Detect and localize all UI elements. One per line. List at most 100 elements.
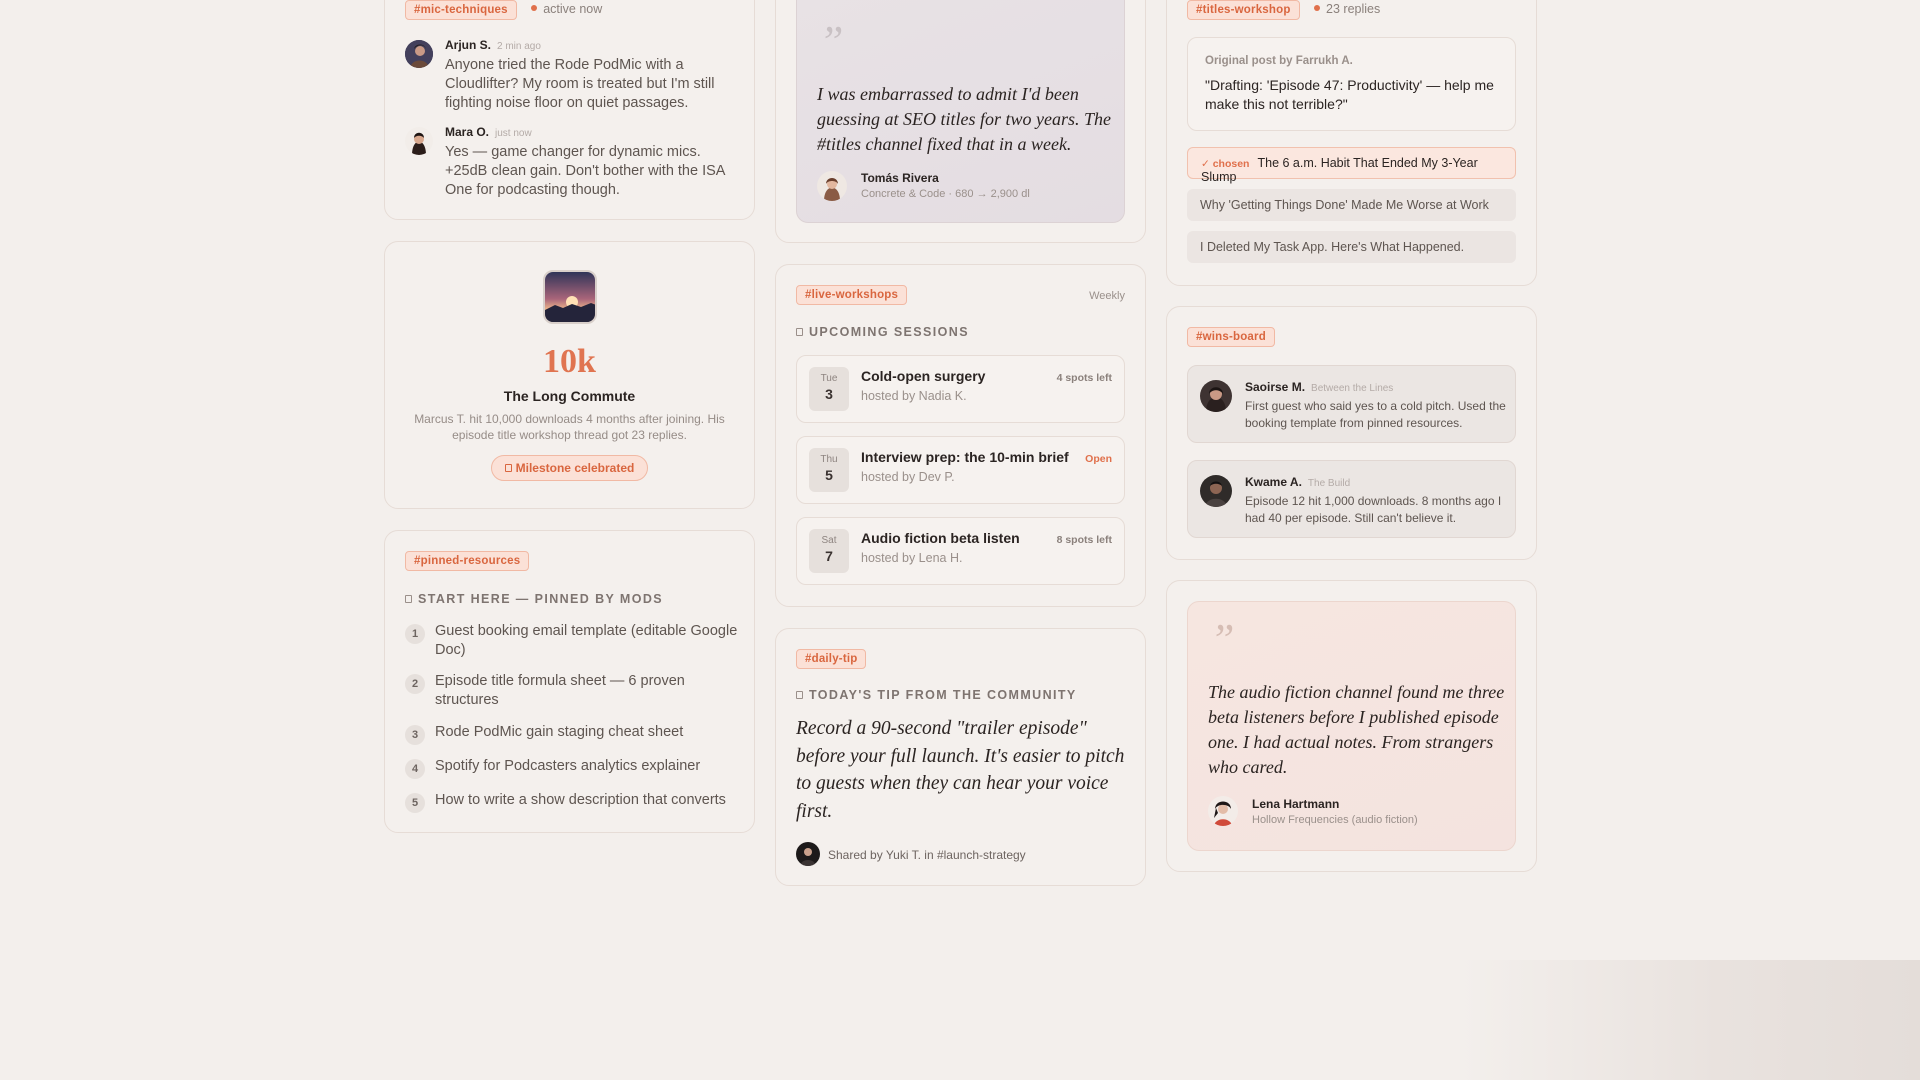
title-option[interactable]: I Deleted My Task App. Here's What Happe… (1187, 231, 1516, 263)
avatar[interactable] (1208, 796, 1238, 826)
resource-item[interactable]: 1 Guest booking email template (editable … (405, 622, 737, 658)
session-day: 3 (825, 386, 833, 402)
quote-box: ” I was embarrassed to admit I'd been gu… (796, 0, 1125, 223)
milestone-number: 10k (543, 343, 596, 380)
resource-item[interactable]: 5 How to write a show description that co… (405, 791, 734, 827)
titles-workshop-card: #titles-workshop 23 replies Original pos… (1166, 0, 1537, 286)
message-time: 2 min ago (497, 41, 541, 52)
avatar[interactable] (1200, 475, 1232, 507)
section-title-text: Upcoming sessions (809, 325, 969, 339)
session-host: hosted by Lena H. (861, 551, 963, 565)
milestone-badge[interactable]: Milestone celebrated (491, 455, 648, 481)
session-date: Thu 5 (809, 448, 849, 492)
channel-tag[interactable]: #live-workshops (796, 285, 908, 305)
quote-mark-icon: ” (1210, 615, 1235, 664)
resource-item[interactable]: 4 Spotify for Podcasters analytics explai… (405, 757, 734, 793)
session-date: Tue 3 (809, 367, 849, 411)
session-item[interactable]: Sat 7 Audio fiction beta listen hosted by… (796, 517, 1125, 585)
original-post: Original post by Farrukh A. "Drafting: '… (1187, 37, 1516, 131)
active-status: active now (543, 2, 603, 16)
milestone-card: 10k The Long Commute Marcus T. hit 10,00… (384, 241, 755, 509)
session-host: hosted by Dev P. (861, 470, 955, 484)
session-spots: 4 spots left (1056, 372, 1112, 384)
session-item[interactable]: Thu 5 Interview prep: the 10-min brief ho… (796, 436, 1125, 504)
avatar[interactable] (817, 171, 847, 201)
session-day: 7 (825, 548, 833, 564)
session-item[interactable]: Tue 3 Cold-open surgery hosted by Nadia K… (796, 355, 1125, 423)
session-spots: Open (1085, 453, 1112, 465)
avatar[interactable] (1200, 380, 1232, 412)
section-title-text: Today's tip from the community (809, 688, 1077, 702)
reply-count[interactable]: 23 replies (1326, 2, 1380, 16)
tip-text: Record a 90-second "trailer episode" bef… (796, 718, 1125, 822)
author-name: Arjun S. (445, 38, 492, 52)
active-dot (531, 5, 538, 12)
section-title-text: Start here — pinned by mods (418, 592, 663, 606)
original-post-label: Original post by Farrukh A. (1205, 55, 1353, 67)
message-text: Yes — game changer for dynamic mics. +25… (445, 144, 725, 198)
quote-mark-icon: ” (819, 17, 844, 66)
title-option-text: Why 'Getting Things Done' Made Me Worse … (1200, 198, 1489, 212)
title-option-chosen[interactable]: ✓ chosen The 6 a.m. Habit That Ended My 3… (1187, 147, 1516, 184)
channel-tag[interactable]: #daily-tip (796, 649, 867, 669)
lightbulb-icon (796, 691, 803, 699)
session-title: Audio fiction beta listen (861, 530, 1020, 546)
win-post[interactable]: Kwame A. The Build Episode 12 hit 1,000 d… (1187, 460, 1516, 538)
channel-tag[interactable]: #pinned-resources (405, 551, 530, 571)
quote-text: I was embarrassed to admit I'd been gues… (817, 84, 1111, 154)
channel-tag[interactable]: #wins-board (1187, 327, 1275, 347)
win-show: The Build (1307, 478, 1351, 489)
session-weekday: Tue (820, 373, 838, 384)
wins-board-card: #wins-board Saoirse M. Between the Lines … (1166, 306, 1537, 560)
win-text: Episode 12 hit 1,000 downloads. 8 months… (1245, 494, 1502, 525)
shared-by-text: Shared by Yuki T. in #launch-strategy (828, 848, 1026, 862)
win-author: Kwame A. (1245, 475, 1302, 489)
quote-author: Tomás Rivera (861, 171, 939, 185)
session-host: hosted by Nadia K. (861, 389, 967, 403)
channel-tag[interactable]: #mic-techniques (405, 0, 517, 20)
channel-tag[interactable]: #titles-workshop (1187, 0, 1300, 20)
section-title: Upcoming sessions (796, 325, 969, 339)
badge-label: Milestone celebrated (515, 461, 635, 475)
resource-link[interactable]: Spotify for Podcasters analytics explain… (435, 757, 745, 776)
resource-link[interactable]: Guest booking email template (editable G… (435, 622, 745, 660)
session-title: Cold-open surgery (861, 368, 986, 384)
original-post-text: "Drafting: 'Episode 47: Productivity' — … (1205, 77, 1494, 112)
avatar[interactable] (796, 842, 820, 866)
resource-item[interactable]: 2 Episode title formula sheet — 6 proven … (405, 672, 734, 708)
resource-link[interactable]: Episode title formula sheet — 6 proven s… (435, 672, 745, 710)
resource-link[interactable]: Rode PodMic gain staging cheat sheet (435, 723, 745, 742)
badge-icon (504, 464, 512, 472)
title-option[interactable]: Why 'Getting Things Done' Made Me Worse … (1187, 189, 1516, 221)
avatar[interactable] (405, 127, 433, 155)
quote-text: The audio fiction channel found me three… (1208, 682, 1505, 777)
calendar-icon (796, 328, 803, 336)
resource-item[interactable]: 3 Rode PodMic gain staging cheat sheet (405, 723, 734, 759)
milestone-description: Marcus T. hit 10,000 downloads 4 months … (414, 412, 725, 442)
quote-author: Lena Hartmann (1252, 797, 1340, 811)
session-spots: 8 spots left (1056, 534, 1112, 546)
section-title: Start here — pinned by mods (405, 592, 663, 606)
live-workshops-card: #live-workshops Weekly Upcoming sessions… (775, 264, 1146, 607)
win-post[interactable]: Saoirse M. Between the Lines First guest … (1187, 365, 1516, 443)
resource-number: 2 (405, 674, 425, 694)
testimonial-card: ” I was embarrassed to admit I'd been gu… (775, 0, 1146, 243)
resource-link[interactable]: How to write a show description that con… (435, 791, 745, 810)
win-text: First guest who said yes to a cold pitch… (1245, 399, 1506, 430)
session-date: Sat 7 (809, 529, 849, 573)
pinned-resources-card: #pinned-resources Start here — pinned by… (384, 530, 755, 833)
author-name: Mara O. (445, 125, 490, 139)
mic-techniques-card: #mic-techniques active now Arjun S. 2 min… (384, 0, 755, 220)
frequency-label: Weekly (1089, 290, 1125, 302)
quote-meta: Concrete & Code · 680 → 2,900 dl (861, 188, 1030, 200)
avatar[interactable] (405, 40, 433, 68)
pin-icon (405, 595, 412, 603)
resource-number: 1 (405, 624, 425, 644)
quote-box: ” The audio fiction channel found me thr… (1187, 601, 1516, 851)
title-option-text: I Deleted My Task App. Here's What Happe… (1200, 240, 1465, 254)
reply-dot (1314, 5, 1321, 12)
quote-meta: Hollow Frequencies (audio fiction) (1252, 814, 1418, 826)
session-title: Interview prep: the 10-min brief (861, 449, 1069, 465)
chosen-label: ✓ chosen (1201, 158, 1250, 170)
background-gradient (1460, 960, 1920, 1080)
